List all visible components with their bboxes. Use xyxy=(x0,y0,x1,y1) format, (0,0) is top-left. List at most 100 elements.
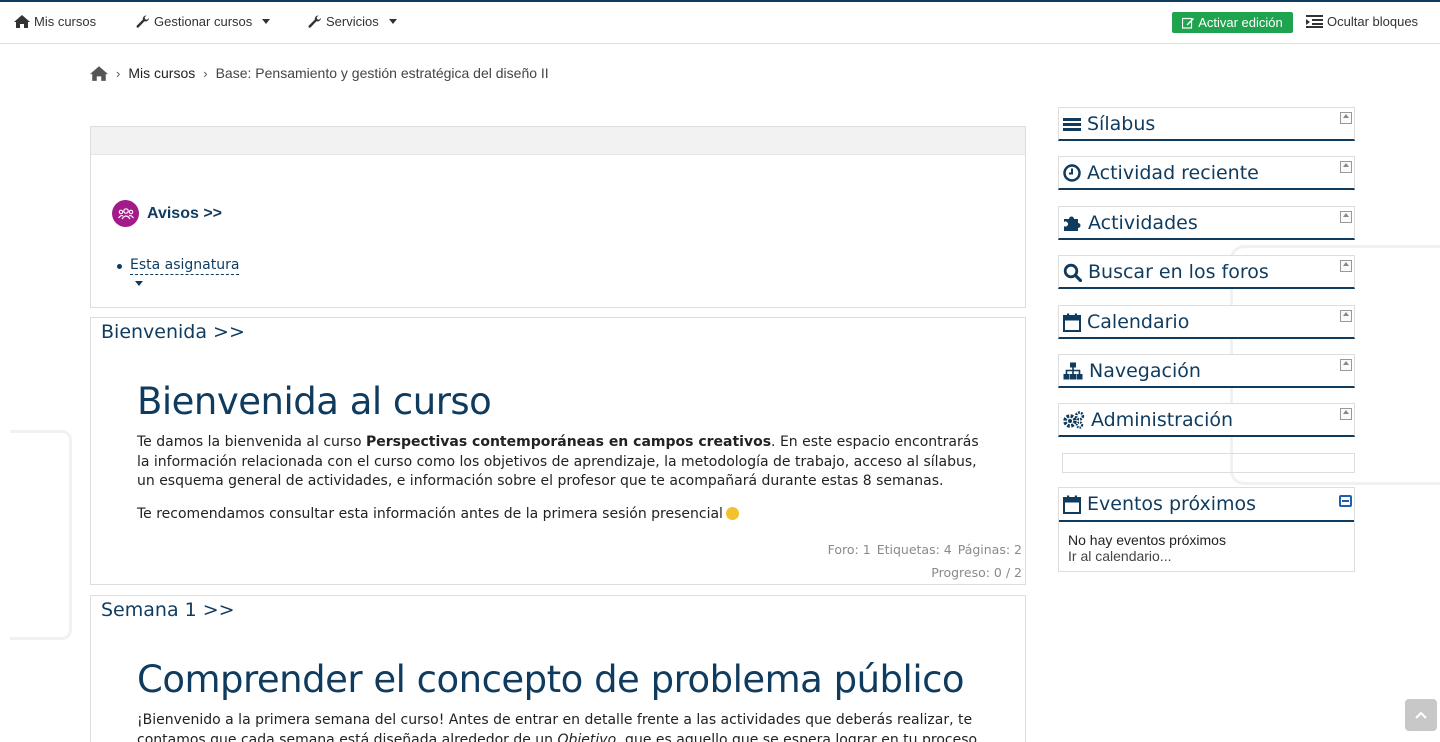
block-upcoming-events: Eventos próximos No hay eventos próximos… xyxy=(1058,487,1355,572)
nav-services-label: Servicios xyxy=(326,14,379,29)
section-heading: Bienvenida al curso xyxy=(137,380,492,423)
hide-blocks-button[interactable]: Ocultar bloques xyxy=(1306,14,1418,29)
block-title: Calendario xyxy=(1063,311,1189,333)
clock-icon xyxy=(1063,164,1081,182)
block-title-label: Eventos próximos xyxy=(1087,493,1257,515)
breadcrumb-current-course[interactable]: Base: Pensamiento y gestión estratégica … xyxy=(216,65,549,81)
go-to-calendar-link[interactable]: Ir al calendario... xyxy=(1068,548,1345,564)
block-title-label: Administración xyxy=(1091,409,1234,431)
labels-count: Etiquetas: 4 xyxy=(876,542,952,557)
chevron-down-icon xyxy=(388,19,397,24)
block-title: Navegación xyxy=(1063,360,1201,382)
objective-term: Objetivo xyxy=(557,731,617,742)
block-administration[interactable]: Administración xyxy=(1058,403,1355,437)
section-title[interactable]: Semana 1 >> xyxy=(101,599,235,621)
block-title: Sílabus xyxy=(1063,113,1155,135)
forum-count: Foro: 1 xyxy=(827,542,871,557)
expand-icon[interactable] xyxy=(1340,112,1352,124)
search-icon xyxy=(1063,263,1082,282)
empty-block xyxy=(1062,453,1355,473)
block-title-label: Actividad reciente xyxy=(1087,162,1259,184)
chevron-right-icon: › xyxy=(116,65,121,81)
background-decoration-left xyxy=(10,430,72,640)
activate-editing-button[interactable]: Activar edición xyxy=(1172,12,1293,33)
smiley-icon xyxy=(725,507,739,520)
block-content: No hay eventos próximos Ir al calendario… xyxy=(1059,522,1354,574)
block-search-forums[interactable]: Buscar en los foros xyxy=(1058,255,1355,289)
indent-icon xyxy=(1306,15,1323,28)
chevron-down-icon xyxy=(262,19,271,24)
section-paragraph: ¡Bienvenido a la primera semana del curs… xyxy=(137,711,987,742)
bullet xyxy=(117,264,122,269)
block-calendar[interactable]: Calendario xyxy=(1058,305,1355,339)
block-title-label: Navegación xyxy=(1089,360,1201,382)
expand-icon[interactable] xyxy=(1340,211,1352,223)
paragraph-text: Te recomendamos consultar esta informaci… xyxy=(137,506,723,522)
chevron-up-icon xyxy=(1415,711,1427,719)
activate-editing-label: Activar edición xyxy=(1198,15,1283,30)
block-syllabus[interactable]: Sílabus xyxy=(1058,107,1355,141)
section-paragraph: Te damos la bienvenida al curso Perspect… xyxy=(137,433,987,492)
wrench-icon xyxy=(308,14,321,28)
block-header[interactable]: Eventos próximos xyxy=(1059,488,1354,522)
chevron-right-icon: › xyxy=(203,65,208,81)
section-week-1: Semana 1 >> Comprender el concepto de pr… xyxy=(90,595,1026,742)
this-course-link[interactable]: Esta asignatura xyxy=(130,256,240,275)
nav-manage-courses-label: Gestionar cursos xyxy=(154,14,253,29)
expand-icon[interactable] xyxy=(1340,310,1352,322)
hide-blocks-label: Ocultar bloques xyxy=(1327,14,1419,29)
block-title: Eventos próximos xyxy=(1063,493,1256,515)
edit-icon xyxy=(1182,17,1195,29)
puzzle-icon xyxy=(1064,216,1081,231)
calendar-icon xyxy=(1063,313,1081,332)
cogs-icon xyxy=(1063,411,1085,429)
breadcrumb: › Mis cursos › Base: Pensamiento y gesti… xyxy=(90,65,549,81)
home-icon[interactable] xyxy=(90,65,108,81)
collapse-icon[interactable] xyxy=(1339,495,1352,507)
announcements-title-label: Avisos >> xyxy=(147,204,223,222)
group-icon xyxy=(112,200,139,227)
announcements-title[interactable]: Avisos >> xyxy=(112,200,222,227)
home-icon xyxy=(14,15,30,28)
nav-manage-courses[interactable]: Gestionar cursos xyxy=(136,14,271,29)
section-welcome: Bienvenida >> Bienvenida al curso Te dam… xyxy=(90,317,1026,585)
expand-icon[interactable] xyxy=(1340,359,1352,371)
block-title-label: Actividades xyxy=(1088,212,1198,234)
no-events-text: No hay eventos próximos xyxy=(1068,532,1226,548)
expand-icon[interactable] xyxy=(1340,161,1352,173)
block-navigation[interactable]: Navegación xyxy=(1058,354,1355,388)
nav-my-courses-label: Mis cursos xyxy=(34,14,97,29)
list-icon xyxy=(1063,117,1081,131)
expand-icon[interactable] xyxy=(1340,408,1352,420)
wrench-icon xyxy=(136,14,149,28)
section-progress: Progreso: 0 / 2 xyxy=(931,565,1022,580)
paragraph-text: Te damos la bienvenida al curso xyxy=(137,434,366,450)
block-title: Administración xyxy=(1063,409,1233,431)
sitemap-icon xyxy=(1063,362,1083,380)
block-title: Actividades xyxy=(1063,212,1198,234)
nav-services[interactable]: Servicios xyxy=(308,14,397,29)
breadcrumb-my-courses[interactable]: Mis cursos xyxy=(128,65,195,81)
panel-header-bar xyxy=(91,127,1025,155)
calendar-icon xyxy=(1063,495,1081,514)
chevron-down-icon[interactable] xyxy=(135,281,143,286)
top-navbar: Mis cursos Gestionar cursos Servicios Ac… xyxy=(0,0,1440,44)
block-title-label: Buscar en los foros xyxy=(1088,261,1269,283)
nav-my-courses[interactable]: Mis cursos xyxy=(14,14,96,29)
section-heading: Comprender el concepto de problema públi… xyxy=(137,658,965,701)
announcements-panel: Avisos >> Esta asignatura xyxy=(90,126,1026,308)
block-recent-activity[interactable]: Actividad reciente xyxy=(1058,156,1355,190)
course-name: Perspectivas contemporáneas en campos cr… xyxy=(365,434,772,450)
section-paragraph: Te recomendamos consultar esta informaci… xyxy=(137,505,987,525)
list-item: Esta asignatura xyxy=(117,256,240,275)
block-title-label: Calendario xyxy=(1087,311,1190,333)
pages-count: Páginas: 2 xyxy=(957,542,1022,557)
section-title[interactable]: Bienvenida >> xyxy=(101,321,245,343)
block-activities[interactable]: Actividades xyxy=(1058,206,1355,240)
section-stats: Foro: 1 Etiquetas: 4 Páginas: 2 xyxy=(828,542,1022,557)
block-title: Buscar en los foros xyxy=(1063,261,1269,283)
block-title-label: Sílabus xyxy=(1087,113,1156,135)
expand-icon[interactable] xyxy=(1340,260,1352,272)
block-title: Actividad reciente xyxy=(1063,162,1259,184)
scroll-to-top-button[interactable] xyxy=(1405,699,1437,731)
